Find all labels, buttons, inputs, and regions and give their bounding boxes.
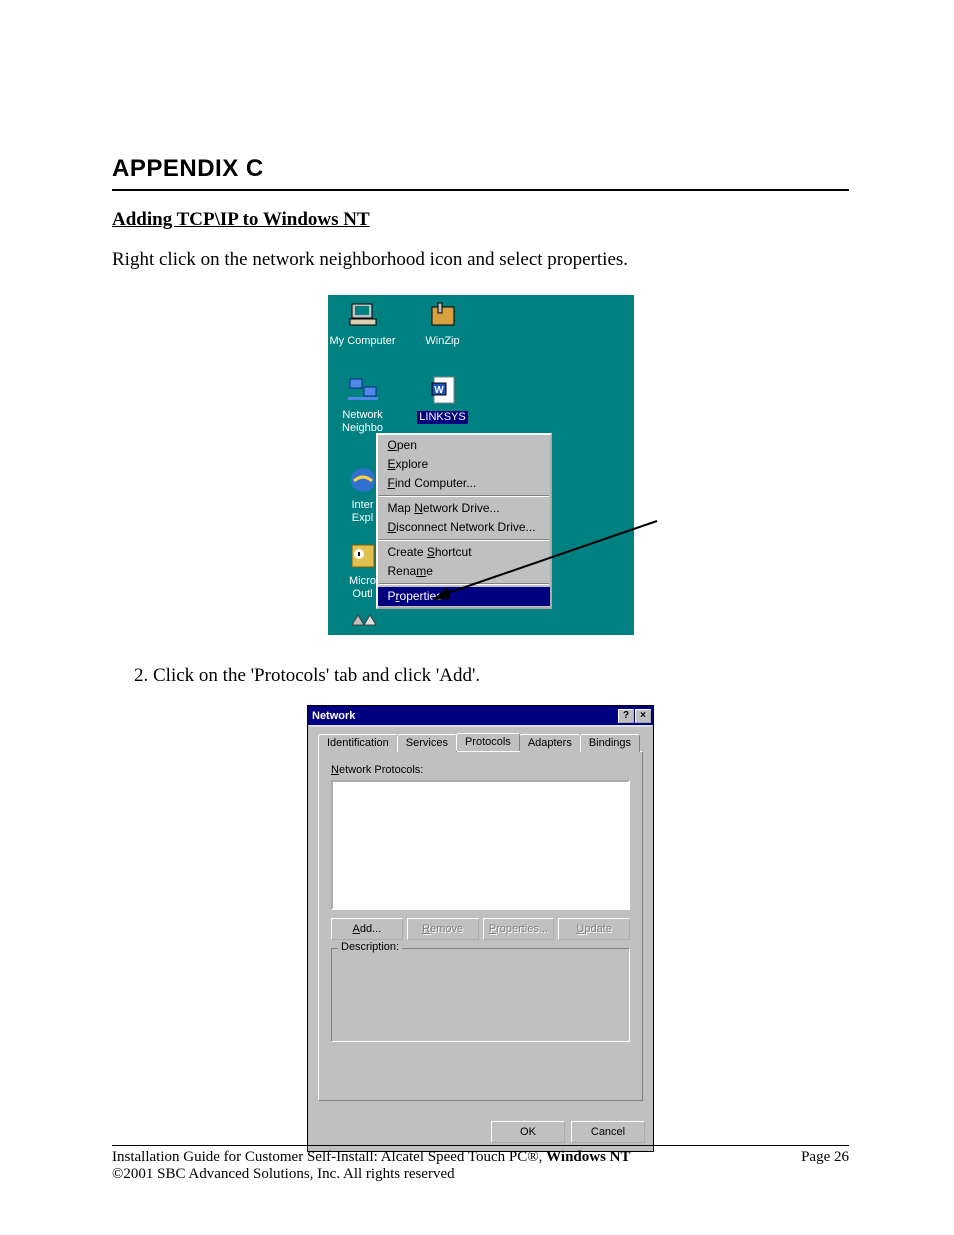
help-button[interactable]: ? [618, 709, 634, 723]
desktop-icon-label: Network Neighbo [328, 409, 398, 435]
menu-separator [379, 583, 549, 585]
svg-text:W: W [434, 385, 444, 396]
tab-identification[interactable]: Identification [318, 734, 398, 752]
dialog-titlebar[interactable]: Network ? × [308, 706, 653, 725]
network-protocols-label: Network Protocols: [331, 764, 630, 776]
computer-icon [346, 301, 380, 331]
update-button: Update [558, 918, 630, 940]
step-2-text: 2. Click on the 'Protocols' tab and clic… [134, 665, 849, 687]
desktop-icon-mycomputer[interactable]: My Computer [328, 301, 398, 348]
intro-text: Right click on the network neighborhood … [112, 249, 849, 271]
menu-item-properties[interactable]: Properties [378, 587, 550, 606]
add-button[interactable]: Add... [331, 918, 403, 940]
cancel-button[interactable]: Cancel [571, 1121, 645, 1143]
ok-button[interactable]: OK [491, 1121, 565, 1143]
desktop-area: My Computer WinZip Network Nei [328, 295, 634, 635]
description-groupbox: Description: [331, 948, 630, 1042]
recycle-icon [346, 611, 380, 635]
page-number: Page 26 [801, 1149, 849, 1166]
context-menu: Open Explore Find Computer... Map Networ… [376, 433, 552, 609]
desktop-icon-label: WinZip [408, 335, 478, 348]
ie-icon [346, 465, 380, 495]
remove-button: Remove [407, 918, 479, 940]
menu-separator [379, 539, 549, 541]
tab-bindings[interactable]: Bindings [580, 734, 640, 752]
heading-rule [112, 189, 849, 191]
footer-copyright: ©2001 SBC Advanced Solutions, Inc. All r… [112, 1166, 849, 1183]
dialog-title: Network [312, 710, 355, 722]
desktop-icon-linksys[interactable]: W LINKSYS [408, 375, 478, 424]
footer-rule [112, 1145, 849, 1146]
desktop-icon-recycle[interactable] [328, 611, 398, 635]
menu-item-shortcut[interactable]: Create Shortcut [378, 543, 550, 562]
protocols-listbox[interactable] [331, 780, 630, 910]
menu-item-open[interactable]: Open [378, 436, 550, 455]
screenshot-desktop: My Computer WinZip Network Nei [328, 295, 634, 635]
menu-item-explore[interactable]: Explore [378, 455, 550, 474]
menu-item-find[interactable]: Find Computer... [378, 474, 550, 493]
tab-strip: Identification Services Protocols Adapte… [318, 733, 643, 751]
properties-button: Properties... [483, 918, 555, 940]
menu-item-map-drive[interactable]: Map Network Drive... [378, 499, 550, 518]
network-dialog: Network ? × Identification Services Prot… [307, 705, 654, 1152]
tab-protocols[interactable]: Protocols [456, 733, 520, 751]
desktop-icon-winzip[interactable]: WinZip [408, 301, 478, 348]
word-doc-icon: W [426, 375, 460, 405]
desktop-icon-label: My Computer [328, 335, 398, 348]
section-title: Adding TCP\IP to Windows NT [112, 209, 849, 231]
close-button[interactable]: × [635, 709, 651, 723]
tab-adapters[interactable]: Adapters [519, 734, 581, 752]
page-footer: Installation Guide for Customer Self-Ins… [112, 1145, 849, 1183]
appendix-heading: APPENDIX C [112, 155, 849, 183]
tab-services[interactable]: Services [397, 734, 457, 752]
outlook-icon [346, 541, 380, 571]
tab-page-protocols: Network Protocols: Add... Remove Propert… [318, 751, 643, 1101]
menu-item-disconnect-drive[interactable]: Disconnect Network Drive... [378, 518, 550, 537]
menu-separator [379, 495, 549, 497]
desktop-icon-label: LINKSYS [417, 411, 467, 424]
winzip-icon [426, 301, 460, 331]
description-label: Description: [338, 941, 402, 953]
footer-title: Installation Guide for Customer Self-Ins… [112, 1149, 631, 1166]
menu-item-rename[interactable]: Rename [378, 562, 550, 581]
desktop-icon-network-neighborhood[interactable]: Network Neighbo [328, 375, 398, 435]
network-icon [346, 375, 380, 405]
